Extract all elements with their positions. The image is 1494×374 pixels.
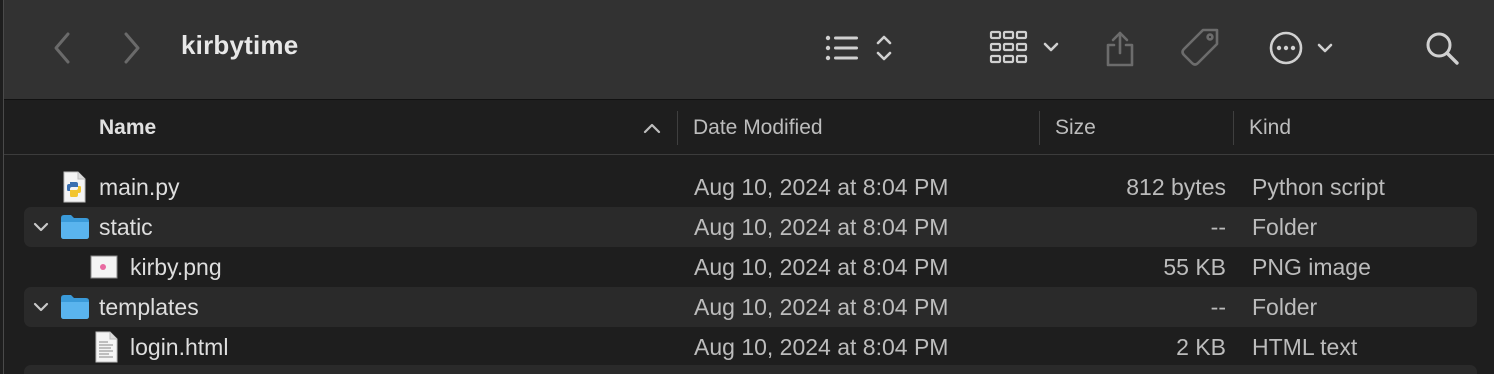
chevron-right-icon bbox=[124, 32, 140, 64]
file-name: templates bbox=[99, 293, 199, 320]
sort-ascending-icon[interactable] bbox=[642, 101, 662, 155]
back-button[interactable] bbox=[44, 28, 80, 68]
file-size: 2 KB bbox=[1176, 333, 1226, 360]
column-kind-header[interactable]: Kind bbox=[1249, 101, 1291, 155]
table-row[interactable]: kirby.png Aug 10, 2024 at 8:04 PM 55 KB … bbox=[24, 247, 1477, 287]
column-name-header[interactable]: Name bbox=[99, 101, 156, 155]
disclosure-triangle[interactable] bbox=[32, 207, 50, 247]
search-button[interactable] bbox=[1420, 26, 1464, 70]
chevron-down-icon bbox=[33, 302, 49, 312]
file-name: main.py bbox=[99, 173, 180, 200]
column-divider[interactable] bbox=[1233, 111, 1234, 145]
html-file-icon bbox=[94, 331, 118, 368]
search-icon bbox=[1426, 32, 1459, 65]
table-row[interactable]: login.html Aug 10, 2024 at 8:04 PM 2 KB … bbox=[24, 327, 1477, 367]
group-by-button[interactable] bbox=[988, 26, 1068, 70]
file-name: login.html bbox=[130, 333, 229, 360]
file-kind: Folder bbox=[1252, 213, 1318, 240]
table-row[interactable]: static Aug 10, 2024 at 8:04 PM -- Folder bbox=[24, 207, 1477, 247]
chevron-down-icon bbox=[33, 222, 49, 232]
tag-icon bbox=[1181, 28, 1219, 66]
file-kind: HTML text bbox=[1252, 333, 1358, 360]
file-name: kirby.png bbox=[130, 253, 222, 280]
file-size: 812 bytes bbox=[1126, 173, 1226, 200]
column-date-header[interactable]: Date Modified bbox=[693, 101, 823, 155]
column-divider[interactable] bbox=[677, 111, 678, 145]
table-row[interactable]: templates Aug 10, 2024 at 8:04 PM -- Fol… bbox=[24, 287, 1477, 327]
file-kind: Python script bbox=[1252, 173, 1385, 200]
folder-icon bbox=[60, 294, 90, 325]
toolbar: kirbytime bbox=[4, 0, 1494, 100]
window-title: kirbytime bbox=[181, 30, 299, 60]
file-date: Aug 10, 2024 at 8:04 PM bbox=[694, 253, 949, 280]
next-row-partial bbox=[24, 365, 1477, 374]
ellipsis-circle-icon bbox=[1269, 31, 1333, 65]
file-size: 55 KB bbox=[1163, 253, 1226, 280]
share-button[interactable] bbox=[1100, 24, 1140, 70]
chevron-left-icon bbox=[54, 32, 70, 64]
file-date: Aug 10, 2024 at 8:04 PM bbox=[694, 173, 949, 200]
column-size-header[interactable]: Size bbox=[1055, 101, 1096, 155]
column-header: Name Date Modified Size Kind bbox=[4, 101, 1494, 155]
file-date: Aug 10, 2024 at 8:04 PM bbox=[694, 213, 949, 240]
share-icon bbox=[1106, 31, 1134, 67]
image-file-icon bbox=[90, 254, 118, 285]
table-row[interactable]: main.py Aug 10, 2024 at 8:04 PM 812 byte… bbox=[24, 167, 1477, 207]
grid-view-icon bbox=[989, 30, 1059, 64]
list-view-button[interactable] bbox=[822, 28, 902, 68]
file-date: Aug 10, 2024 at 8:04 PM bbox=[694, 333, 949, 360]
disclosure-triangle[interactable] bbox=[32, 287, 50, 327]
file-date: Aug 10, 2024 at 8:04 PM bbox=[694, 293, 949, 320]
more-button[interactable] bbox=[1266, 26, 1338, 70]
folder-icon bbox=[60, 214, 90, 245]
list-view-icon bbox=[825, 35, 892, 61]
file-kind: PNG image bbox=[1252, 253, 1371, 280]
forward-button[interactable] bbox=[114, 28, 150, 68]
file-size: -- bbox=[1210, 213, 1226, 240]
file-name: static bbox=[99, 213, 153, 240]
python-file-icon bbox=[62, 171, 86, 208]
file-size: -- bbox=[1210, 293, 1226, 320]
file-kind: Folder bbox=[1252, 293, 1318, 320]
tag-button[interactable] bbox=[1178, 26, 1224, 70]
finder-window: kirbytime Name Date Modified Size Kind m… bbox=[3, 0, 1494, 374]
column-divider[interactable] bbox=[1039, 111, 1040, 145]
